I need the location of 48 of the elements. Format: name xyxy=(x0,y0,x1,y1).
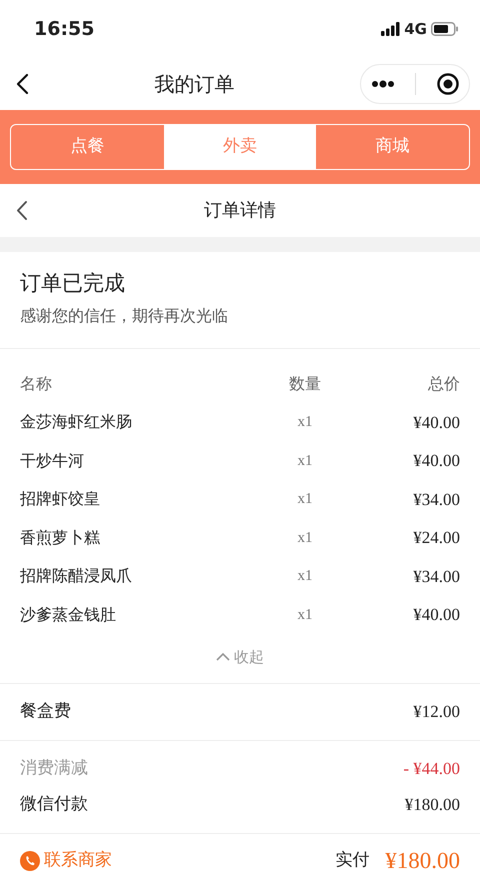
item-price: ¥40.00 xyxy=(412,450,460,472)
network-label: 4G xyxy=(404,18,427,40)
paid-label: 实付 xyxy=(335,849,370,872)
tab[interactable]: 外卖 xyxy=(164,125,316,169)
item-price: ¥40.00 xyxy=(412,604,460,626)
item-price: ¥40.00 xyxy=(412,412,460,434)
tab[interactable]: 商城 xyxy=(316,125,469,169)
item-quantity: x1 xyxy=(296,606,314,624)
fee-value: ¥12.00 xyxy=(413,700,460,723)
item-name: 金莎海虾红米肠 xyxy=(20,411,133,434)
item-price: ¥24.00 xyxy=(412,527,460,549)
back-icon[interactable] xyxy=(16,73,29,95)
fee-value: ¥180.00 xyxy=(404,794,460,816)
item-name: 香煎萝卜糕 xyxy=(20,526,101,549)
column-header: 数量 xyxy=(288,372,322,395)
column-header: 名称 xyxy=(20,372,53,395)
chevron-up-icon xyxy=(216,652,230,662)
item-price: ¥34.00 xyxy=(412,488,460,510)
tab[interactable]: 点餐 xyxy=(11,125,164,169)
more-icon[interactable] xyxy=(371,79,396,89)
fee-label: 餐盒费 xyxy=(20,700,71,723)
close-icon[interactable] xyxy=(436,73,459,95)
item-quantity: x1 xyxy=(296,490,314,509)
status-time: 16:55 xyxy=(34,16,94,42)
contact-merchant-button[interactable]: 联系商家 xyxy=(20,848,112,874)
signal-icon xyxy=(381,22,400,36)
paid-amount: ¥180.00 xyxy=(385,846,460,874)
order-status-title: 订单已完成 xyxy=(20,270,126,297)
item-name: 招牌虾饺皇 xyxy=(20,488,101,510)
battery-icon xyxy=(431,22,458,36)
item-quantity: x1 xyxy=(296,452,314,470)
item-quantity: x1 xyxy=(296,528,314,548)
phone-icon xyxy=(20,850,40,871)
thanks-message: 感谢您的信任，期待再次光临 xyxy=(20,304,229,326)
fee-label: 微信付款 xyxy=(20,792,88,816)
item-quantity: x1 xyxy=(296,413,314,432)
back-icon[interactable] xyxy=(16,200,28,221)
item-name: 干炒牛河 xyxy=(20,450,85,472)
collapse-button[interactable]: 收起 xyxy=(216,634,264,682)
fee-label: 消费满减 xyxy=(20,756,88,780)
section-title: 订单详情 xyxy=(204,199,276,223)
column-header: 总价 xyxy=(427,372,460,395)
page-title: 我的订单 xyxy=(154,71,234,98)
item-quantity: x1 xyxy=(296,567,314,586)
item-name: 招牌陈醋浸凤爪 xyxy=(20,565,133,588)
item-price: ¥34.00 xyxy=(412,566,460,588)
item-name: 沙爹蒸金钱肚 xyxy=(20,604,117,626)
fee-value: - ¥44.00 xyxy=(403,758,460,780)
